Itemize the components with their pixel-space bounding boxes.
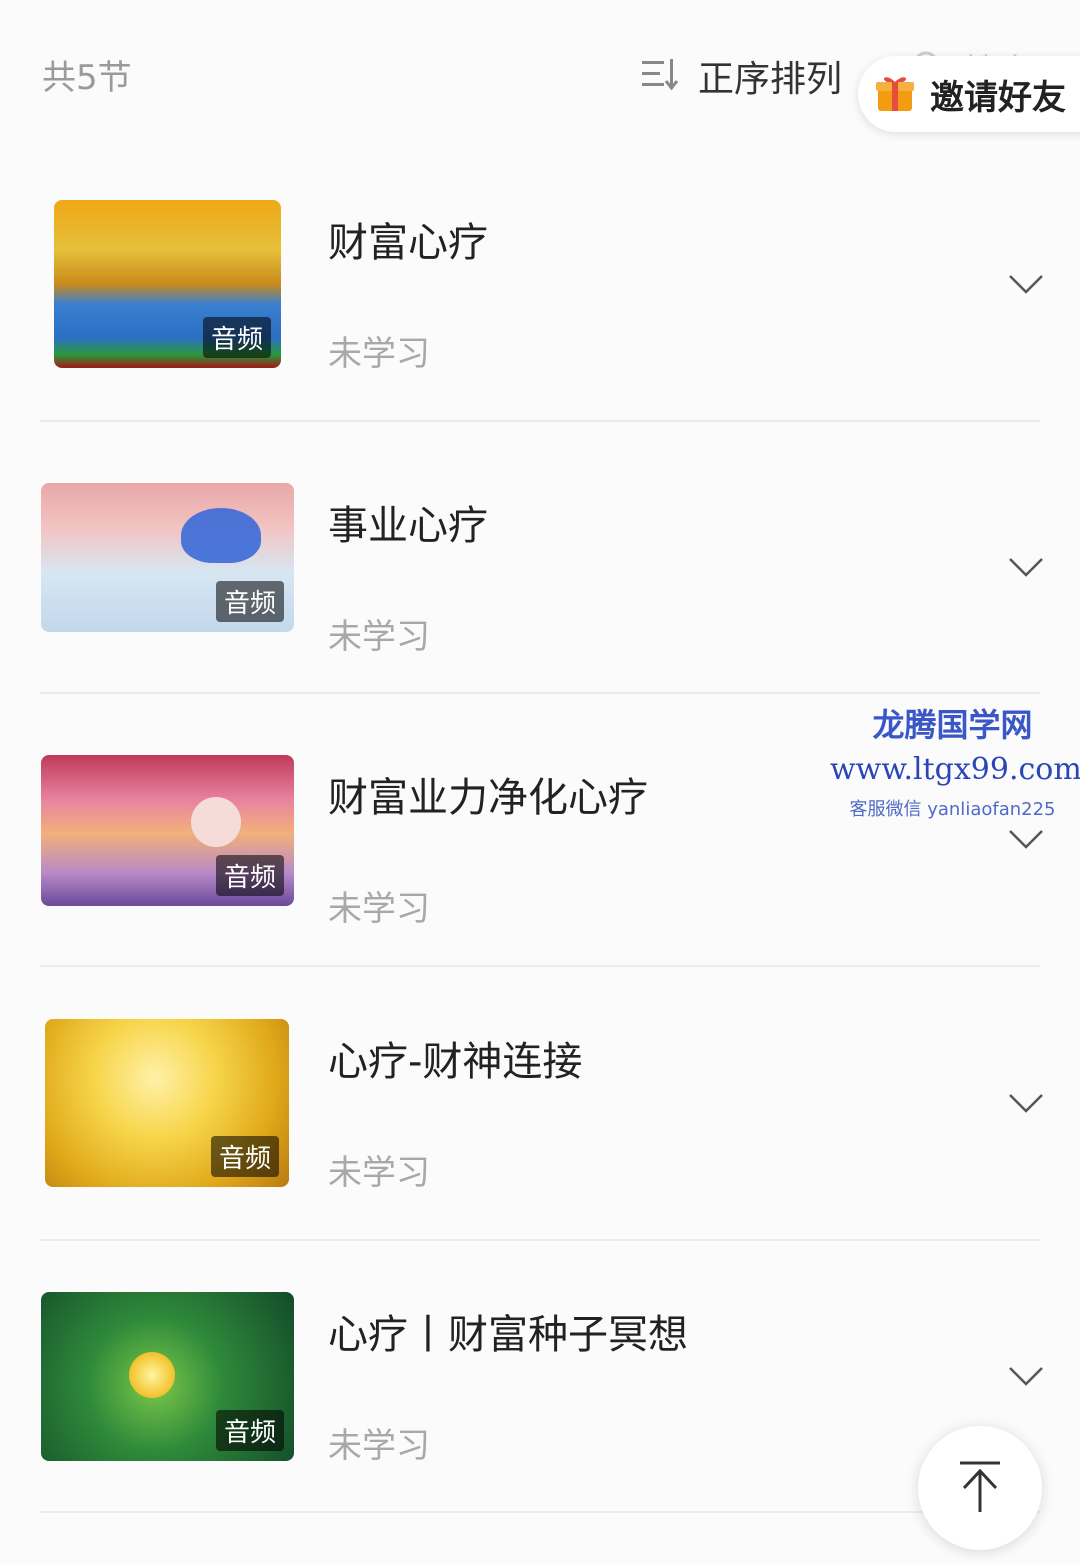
invite-label: 邀请好友 [930,77,1066,118]
lesson-title: 财富业力净化心疗 [328,775,648,821]
lesson-thumbnail: 音频 [41,755,294,906]
lesson-status: 未学习 [328,889,430,929]
lesson-title: 事业心疗 [328,503,488,549]
chevron-down-icon[interactable] [1008,555,1044,579]
lesson-status: 未学习 [328,334,430,374]
lesson-thumbnail: 音频 [41,483,294,632]
audio-badge: 音频 [202,317,271,358]
divider [40,420,1040,422]
lesson-title: 财富心疗 [328,220,488,266]
lesson-item[interactable]: 音频 心疗丨财富种子冥想 未学习 [0,1292,1080,1564]
audio-badge: 音频 [210,1136,279,1177]
divider [40,1511,1040,1513]
sort-label: 正序排列 [698,59,843,100]
audio-badge: 音频 [215,1410,284,1451]
lesson-thumbnail: 音频 [45,1019,289,1187]
watermark-name: 龙腾国学网 [872,706,1033,744]
divider [40,692,1040,694]
lesson-title: 心疗-财神连接 [328,1039,583,1085]
watermark: 龙腾国学网 www.ltgx99.com 客服微信 yanliaofan225 [830,700,1080,821]
audio-badge: 音频 [215,855,284,896]
watermark-url: www.ltgx99.com [830,752,1080,787]
lesson-count: 共5节 [42,58,132,98]
sort-icon [640,55,679,97]
lesson-status: 未学习 [328,1153,430,1193]
lesson-thumbnail: 音频 [54,200,281,368]
divider [40,1239,1040,1241]
lesson-status: 未学习 [328,1426,430,1466]
lesson-thumbnail: 音频 [41,1292,294,1461]
lesson-title: 心疗丨财富种子冥想 [328,1312,688,1358]
chevron-down-icon[interactable] [1008,827,1044,851]
invite-friends-button[interactable]: 邀请好友 [858,56,1080,132]
watermark-contact: 客服微信 yanliaofan225 [849,799,1056,820]
audio-badge: 音频 [215,581,284,622]
chevron-down-icon[interactable] [1008,1364,1044,1388]
lesson-item[interactable]: 音频 心疗-财神连接 未学习 [0,1019,1080,1291]
scroll-to-top-button[interactable] [918,1426,1042,1550]
gift-icon [874,71,916,117]
chevron-down-icon[interactable] [1008,272,1044,296]
lesson-item[interactable]: 音频 财富心疗 未学习 [0,200,1080,472]
lesson-status: 未学习 [328,617,430,657]
arrow-up-to-top-icon [960,1461,1000,1512]
sort-toggle-button[interactable]: 正序排列 [640,50,842,102]
divider [40,965,1040,967]
chevron-down-icon[interactable] [1008,1091,1044,1115]
